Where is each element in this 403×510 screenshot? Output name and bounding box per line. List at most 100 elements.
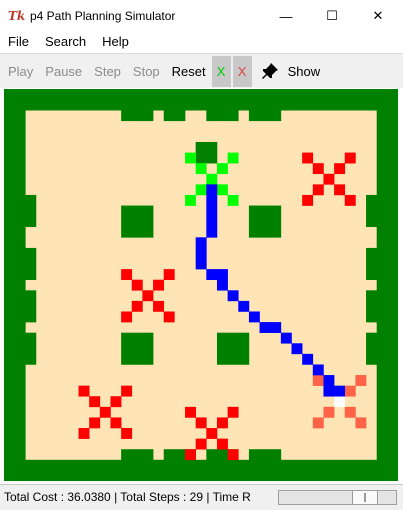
- danger-x-marker: [163, 311, 175, 323]
- toggle-danger-x-button[interactable]: X: [232, 55, 252, 87]
- wall-cell: [121, 332, 154, 365]
- wall-cell: [25, 332, 37, 365]
- stop-button[interactable]: Stop: [129, 57, 164, 85]
- start-marker: [185, 194, 196, 206]
- path-cell: [291, 343, 303, 355]
- danger-x-marker: [216, 417, 228, 429]
- wall-cell: [248, 449, 282, 461]
- path-cell: [248, 311, 260, 323]
- goal-marker: [334, 396, 346, 408]
- wall-cell: [248, 110, 282, 122]
- wall-cell: [25, 247, 37, 280]
- path-cell: [206, 184, 218, 196]
- danger-x-marker: [121, 269, 133, 280]
- wall-cell: [25, 194, 37, 228]
- danger-x-marker: [227, 406, 239, 418]
- wall-cell: [121, 110, 154, 122]
- pause-button[interactable]: Pause: [41, 57, 86, 85]
- danger-x-marker: [110, 396, 122, 408]
- speed-slider-thumb[interactable]: [352, 491, 378, 504]
- danger-x-marker: [142, 290, 154, 302]
- wall-cell: [206, 110, 239, 122]
- danger-x-marker: [121, 428, 133, 439]
- danger-x-marker: [121, 311, 133, 323]
- danger-x-marker: [99, 406, 111, 418]
- danger-x-marker: [312, 184, 324, 196]
- wall-cell: [4, 89, 398, 111]
- pushpin-icon[interactable]: [260, 61, 280, 81]
- start-marker: [227, 194, 239, 206]
- danger-x-marker: [216, 438, 228, 450]
- speed-slider[interactable]: [278, 490, 397, 505]
- goal-marker: [355, 375, 367, 386]
- danger-x-marker: [334, 184, 346, 196]
- map-grid[interactable]: [4, 89, 398, 481]
- danger-x-marker: [121, 385, 133, 397]
- danger-x-marker: [110, 417, 122, 429]
- map-canvas[interactable]: [4, 89, 398, 481]
- path-cell: [216, 279, 228, 291]
- path-cell: [227, 290, 239, 302]
- wall-cell: [376, 89, 398, 481]
- danger-x-marker: [131, 300, 143, 312]
- danger-x-marker: [185, 406, 196, 418]
- path-cell: [312, 364, 324, 376]
- danger-x-marker: [227, 449, 239, 461]
- danger-x-marker: [131, 279, 143, 291]
- start-marker: [195, 184, 207, 196]
- path-cell: [206, 269, 218, 280]
- danger-x-marker: [78, 385, 90, 397]
- wall-cell: [25, 290, 37, 323]
- status-text: Total Cost : 36.0380 | Total Steps : 29 …: [4, 490, 251, 504]
- danger-x-marker: [195, 417, 207, 429]
- start-marker: [206, 173, 218, 185]
- show-button[interactable]: Show: [284, 57, 325, 85]
- wall-cell: [366, 247, 377, 280]
- minimize-button[interactable]: —: [263, 0, 309, 32]
- toggle-start-x-button[interactable]: X: [211, 55, 231, 87]
- path-cell: [334, 385, 346, 397]
- path-cell: [206, 226, 218, 238]
- maximize-button[interactable]: ☐: [309, 0, 355, 32]
- wall-cell: [4, 459, 398, 481]
- path-cell: [206, 205, 218, 217]
- danger-x-marker: [334, 163, 346, 175]
- danger-x-marker: [206, 428, 218, 439]
- goal-marker: [355, 417, 367, 429]
- goal-marker: [344, 385, 356, 397]
- path-cell: [323, 385, 335, 397]
- wall-cell: [121, 205, 154, 238]
- danger-x-marker: [312, 163, 324, 175]
- goal-marker: [344, 406, 356, 418]
- title-bar: Tk p4 Path Planning Simulator — ☐ ✕: [0, 0, 403, 32]
- wall-cell: [216, 332, 250, 365]
- toolbar: Play Pause Step Stop Reset X X Show: [0, 53, 403, 88]
- danger-x-marker: [153, 279, 165, 291]
- menu-file[interactable]: File: [0, 32, 37, 52]
- danger-x-marker: [344, 152, 356, 164]
- start-marker: [227, 152, 239, 164]
- play-button[interactable]: Play: [4, 57, 37, 85]
- path-cell: [216, 269, 228, 280]
- path-cell: [302, 353, 314, 365]
- menu-search[interactable]: Search: [37, 32, 94, 52]
- close-button[interactable]: ✕: [355, 0, 401, 32]
- goal-marker: [312, 375, 324, 386]
- menu-bar: File Search Help: [0, 32, 403, 52]
- wall-cell: [195, 141, 218, 164]
- start-marker: [195, 163, 207, 175]
- menu-help[interactable]: Help: [94, 32, 137, 52]
- reset-button[interactable]: Reset: [168, 57, 210, 85]
- danger-x-marker: [89, 417, 101, 429]
- danger-x-marker: [78, 428, 90, 439]
- path-cell: [195, 247, 207, 259]
- window-title: p4 Path Planning Simulator: [30, 9, 176, 23]
- wall-cell: [366, 332, 377, 365]
- path-cell: [195, 258, 207, 270]
- danger-x-marker: [163, 269, 175, 280]
- goal-marker: [312, 417, 324, 429]
- path-cell: [270, 322, 282, 333]
- step-button[interactable]: Step: [90, 57, 125, 85]
- tk-feather-icon: Tk: [8, 9, 26, 23]
- danger-x-marker: [302, 194, 314, 206]
